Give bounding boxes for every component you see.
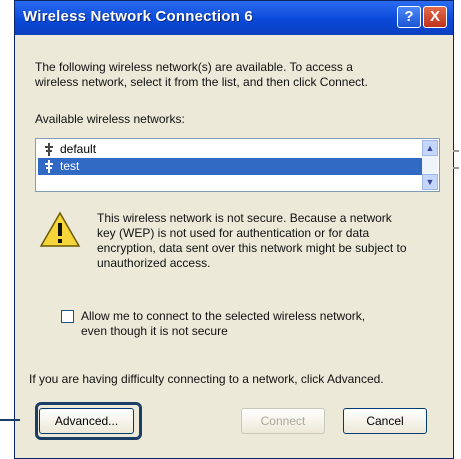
- warning-icon: [39, 211, 81, 247]
- close-button[interactable]: X: [423, 6, 447, 28]
- connect-button[interactable]: Connect: [241, 408, 325, 434]
- network-list[interactable]: default test ▲ ▼: [35, 138, 440, 192]
- network-list-scrollbar[interactable]: ▲ ▼: [422, 140, 438, 190]
- available-networks-label: Available wireless networks:: [35, 112, 185, 126]
- network-name: test: [60, 159, 80, 173]
- wireless-dialog: Wireless Network Connection 6 ? X The fo…: [14, 0, 454, 459]
- edge-mark: [453, 150, 459, 152]
- help-button[interactable]: ?: [397, 6, 421, 28]
- advanced-highlight-frame: [35, 402, 142, 440]
- allow-insecure-label-line-1: Allow me to connect to the selected wire…: [81, 309, 366, 323]
- signal-strength-icon: [45, 160, 53, 173]
- cancel-button[interactable]: Cancel: [343, 408, 427, 434]
- window-title: Wireless Network Connection 6: [23, 8, 253, 25]
- title-bar[interactable]: Wireless Network Connection 6 ? X: [15, 1, 453, 35]
- warning-text-line-2: key (WEP) is not used for authentication…: [97, 226, 370, 240]
- callout-line: [0, 419, 20, 421]
- network-item-test[interactable]: test: [38, 158, 422, 175]
- network-item-default[interactable]: default: [38, 141, 422, 158]
- edge-mark: [453, 167, 459, 169]
- allow-insecure-checkbox[interactable]: [61, 310, 74, 323]
- warning-text-line-1: This wireless network is not secure. Bec…: [97, 211, 392, 225]
- warning-text-line-3: encryption, data sent over this network …: [97, 241, 407, 255]
- network-name: default: [60, 142, 97, 156]
- intro-text-line-1: The following wireless network(s) are av…: [35, 60, 353, 74]
- scroll-up-icon[interactable]: ▲: [422, 140, 438, 156]
- allow-insecure-label-line-2: even though it is not secure: [81, 324, 228, 338]
- scroll-down-icon[interactable]: ▼: [422, 174, 438, 190]
- signal-strength-icon: [45, 143, 53, 156]
- advanced-help-text: If you are having difficulty connecting …: [29, 372, 384, 386]
- warning-text-line-4: unauthorized access.: [97, 256, 211, 270]
- intro-text-line-2: wireless network, select it from the lis…: [35, 75, 368, 89]
